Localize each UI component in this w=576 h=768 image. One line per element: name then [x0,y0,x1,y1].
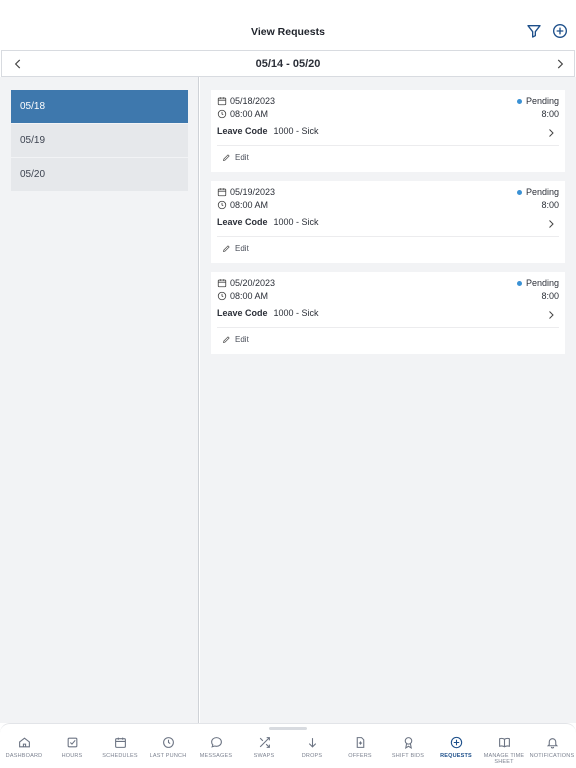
calendar-icon [217,188,227,197]
status-text: Pending [525,96,559,106]
leave-code: Leave Code 1000 - Sick [217,126,319,136]
tab-manage-time-sheet[interactable]: MANAGE TIME SHEET [480,736,528,766]
next-week-chevron-icon[interactable] [553,57,567,71]
request-time: 08:00 AM [230,109,269,119]
edit-button[interactable]: Edit [222,244,249,253]
tab-offers[interactable]: OFFERS [336,736,384,766]
status-text: Pending [525,187,559,197]
leave-code-value: 1000 - Sick [273,308,319,318]
bottom-tab-bar: DASHBOARD HOURS SCHEDULES LAST PUNCH MES… [0,723,576,768]
request-time: 08:00 AM [230,200,269,210]
calendar-icon [217,279,227,288]
tab-hours[interactable]: HOURS [48,736,96,766]
request-hours: 8:00 [541,200,559,210]
edit-button[interactable]: Edit [222,335,249,344]
leave-code-label: Leave Code [217,217,268,227]
clock-icon [162,737,174,748]
award-icon [404,737,412,749]
filter-icon[interactable] [526,23,542,39]
edit-label: Edit [235,153,249,162]
chevron-right-icon[interactable] [545,217,557,229]
chevron-right-icon[interactable] [545,308,557,320]
tab-drops[interactable]: DROPS [288,736,336,766]
request-card[interactable]: 05/18/2023 08:00 AM Pending 8:00 Leave C… [211,90,565,172]
book-icon [498,737,510,748]
leave-code: Leave Code 1000 - Sick [217,308,319,318]
date-range-label: 05/14 - 05/20 [255,58,321,70]
request-date: 05/18/2023 [230,96,276,106]
calendar-icon [217,97,227,106]
leave-code-value: 1000 - Sick [273,126,319,136]
status-dot-icon [516,189,522,195]
request-list-panel: 05/18/2023 08:00 AM Pending 8:00 Leave C… [200,77,576,723]
tab-last-punch[interactable]: LAST PUNCH [144,736,192,766]
shuffle-icon [259,737,270,748]
tab-schedules[interactable]: SCHEDULES [96,736,144,766]
request-hours: 8:00 [541,291,559,301]
calendar-icon [114,737,126,748]
status-text: Pending [525,278,559,288]
request-date: 05/20/2023 [230,278,276,288]
leave-code-label: Leave Code [217,308,268,318]
tab-dashboard[interactable]: DASHBOARD [0,736,48,766]
divider [217,236,559,237]
request-card[interactable]: 05/19/2023 08:00 AM Pending 8:00 Leave C… [211,181,565,263]
drag-handle[interactable] [269,727,307,730]
home-icon [18,737,30,748]
leave-code-value: 1000 - Sick [273,217,319,227]
day-item[interactable]: 05/18 [11,90,188,123]
pencil-icon [222,245,230,253]
divider [217,327,559,328]
request-date: 05/19/2023 [230,187,276,197]
app-header: View Requests [0,0,576,50]
leave-code: Leave Code 1000 - Sick [217,217,319,227]
status-badge: Pending [516,96,559,106]
day-item[interactable]: 05/20 [11,158,188,191]
clock-icon [217,109,227,119]
day-item[interactable]: 05/19 [11,124,188,157]
pencil-icon [222,336,230,344]
request-time: 08:00 AM [230,291,269,301]
bell-icon [546,738,558,749]
request-card[interactable]: 05/20/2023 08:00 AM Pending 8:00 Leave C… [211,272,565,354]
tab-swaps[interactable]: SWAPS [240,736,288,766]
chevron-right-icon[interactable] [545,126,557,138]
tab-shift-bids[interactable]: SHIFT BIDS [384,736,432,766]
chat-bubble-icon [210,737,222,748]
checkbox-icon [67,737,77,748]
date-range-bar: 05/14 - 05/20 [1,50,575,77]
leave-code-label: Leave Code [217,126,268,136]
tab-requests[interactable]: REQUESTS [432,736,480,766]
plus-circle-icon [450,736,462,749]
clock-icon [217,291,227,301]
tab-messages[interactable]: MESSAGES [192,736,240,766]
page-title: View Requests [251,26,325,38]
status-dot-icon [516,280,522,286]
edit-label: Edit [235,244,249,253]
status-dot-icon [516,98,522,104]
edit-label: Edit [235,335,249,344]
day-list-panel: 05/18 05/19 05/20 [0,77,199,723]
arrow-down-icon [308,738,316,748]
divider [217,145,559,146]
status-badge: Pending [516,187,559,197]
edit-button[interactable]: Edit [222,153,249,162]
add-request-icon[interactable] [552,23,568,39]
request-hours: 8:00 [541,109,559,119]
tab-notifications[interactable]: NOTIFICATIONS [528,736,576,766]
pencil-icon [222,154,230,162]
document-plus-icon [356,737,364,748]
clock-icon [217,200,227,210]
status-badge: Pending [516,278,559,288]
